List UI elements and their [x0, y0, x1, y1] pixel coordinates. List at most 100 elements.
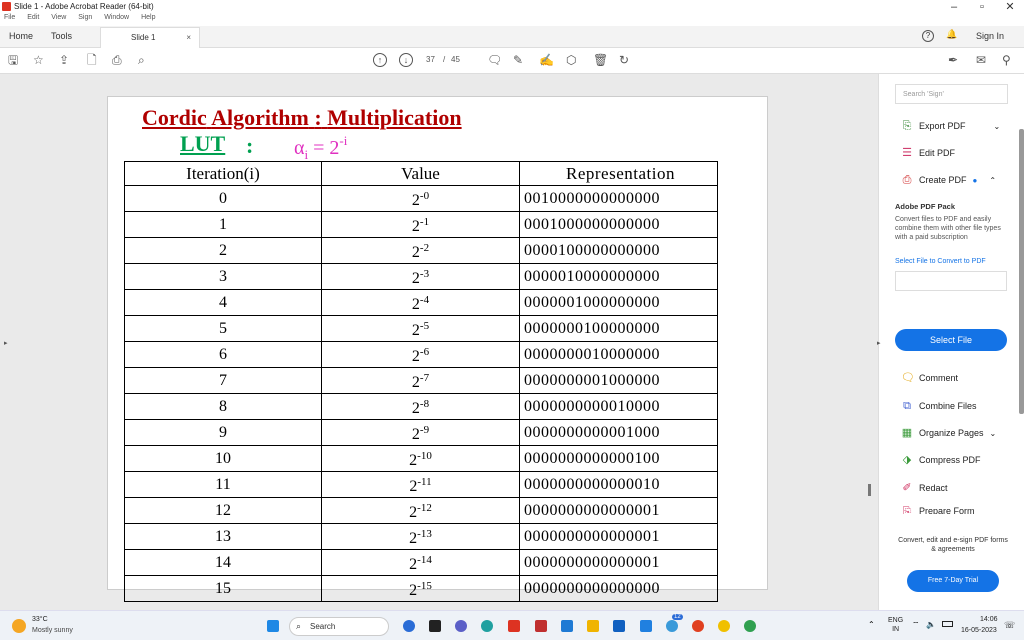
tab-home[interactable]: Home	[9, 31, 33, 41]
menu-help[interactable]: Help	[141, 14, 155, 21]
free-trial-button[interactable]: Free 7-Day Trial	[907, 570, 999, 592]
redact-item[interactable]: ✐ Redact	[901, 482, 947, 494]
export-pdf-label: Export PDF	[919, 121, 966, 131]
task-view-icon[interactable]	[429, 620, 441, 632]
weather-temperature[interactable]: 33°C	[32, 616, 48, 623]
tray-chevron-up-icon[interactable]: ⌃	[868, 620, 875, 629]
representation-cell: 0000000000010000	[519, 392, 718, 420]
iteration-cell: 6	[124, 340, 322, 368]
tab-document[interactable]: Slide 1 ×	[100, 27, 200, 48]
close-tab-icon[interactable]: ×	[186, 33, 191, 42]
edge-icon[interactable]	[481, 620, 493, 632]
close-window-button[interactable]: ✕	[996, 0, 1024, 14]
store-icon[interactable]	[613, 620, 625, 632]
collapse-pane-icon[interactable]: ▸	[877, 339, 881, 347]
create-pdf-item[interactable]: ⎙ Create PDF ● ⌃	[901, 174, 996, 186]
weather-sun-icon[interactable]	[12, 619, 26, 633]
chevron-up-icon[interactable]: ⌃	[989, 176, 996, 185]
app-shield-icon[interactable]	[535, 620, 547, 632]
volume-icon[interactable]: 🔈	[926, 620, 936, 629]
combine-files-item[interactable]: ⧉ Combine Files	[901, 400, 976, 412]
sign-icon[interactable]: ✍	[539, 53, 554, 67]
menu-view[interactable]: View	[51, 14, 66, 21]
restore-button[interactable]: ▫	[968, 0, 996, 14]
export-pdf-item[interactable]: ⎘ Export PDF ⌄	[901, 120, 1001, 132]
pen-icon[interactable]: ✎	[513, 53, 523, 67]
comment-icon[interactable]: 🗨	[487, 53, 502, 67]
bing-icon[interactable]	[403, 620, 415, 632]
value-base: 2	[409, 581, 418, 599]
value-exponent: -15	[417, 579, 432, 592]
previous-page-icon[interactable]: ↑	[373, 53, 387, 67]
pane-scrollbar[interactable]	[1019, 129, 1024, 414]
taskbar-search-input[interactable]: ⌕ Search	[289, 617, 389, 636]
wifi-icon[interactable]: ⌔	[912, 620, 920, 630]
menu-sign[interactable]: Sign	[78, 14, 92, 21]
next-page-icon[interactable]: ↓	[399, 53, 413, 67]
chrome-profile-icon[interactable]	[744, 620, 756, 632]
tools-search-input[interactable]: Search 'Sign'	[895, 84, 1008, 104]
app-l-icon[interactable]	[561, 620, 573, 632]
skype-icon[interactable]	[666, 620, 678, 632]
search-people-icon[interactable]: ⚲	[1002, 53, 1011, 67]
document-viewer[interactable]: ▸ Cordic Algorithm : Multiplication LUT …	[0, 74, 878, 610]
windows-start-icon[interactable]	[267, 620, 279, 632]
weather-description[interactable]: Mostly sunny	[32, 627, 73, 634]
brave-icon[interactable]	[692, 620, 704, 632]
select-file-button[interactable]: Select File	[895, 329, 1007, 351]
toolbar: 🖫 ☆ ⇪ 🗋 ⎙ ⌕ ↑ ↓ 37 / 45 🗨 ✎ ✍ ⬡ 🗑 ↻ ✒ ✉ …	[0, 48, 1024, 74]
save-icon[interactable]: 🖫	[8, 53, 18, 67]
menu-file[interactable]: File	[4, 14, 15, 21]
chat-icon[interactable]	[455, 620, 467, 632]
edit-pdf-item[interactable]: ☰ Edit PDF	[901, 147, 955, 159]
share-icon[interactable]: ⇪	[59, 53, 69, 67]
acrobat-taskbar-icon[interactable]	[508, 620, 520, 632]
slide-title: Cordic Algorithm : Multiplication	[142, 105, 462, 131]
menu-edit[interactable]: Edit	[27, 14, 39, 21]
page-number-input[interactable]: 37	[426, 53, 435, 67]
file-drop-zone[interactable]	[895, 271, 1007, 291]
stamp-icon[interactable]: ⬡	[566, 53, 576, 67]
compress-pdf-item[interactable]: ⬗ Compress PDF	[901, 454, 981, 466]
battery-icon[interactable]	[942, 621, 953, 627]
bookmark-star-icon[interactable]: ☆	[33, 53, 44, 67]
print-icon[interactable]: ⎙	[112, 53, 122, 67]
zoom-search-icon[interactable]: ⌕	[138, 53, 145, 67]
email-icon[interactable]: ✉	[976, 53, 986, 67]
upload-file-icon[interactable]: 🗋	[87, 53, 97, 67]
value-exponent: -3	[419, 267, 430, 280]
sign-in-button[interactable]: Sign In	[976, 31, 1004, 41]
comment-item[interactable]: 🗨 Comment	[901, 372, 958, 384]
select-file-link[interactable]: Select File to Convert to PDF	[895, 258, 1007, 265]
notifications-icon[interactable]: ☏	[1004, 620, 1015, 631]
delete-icon[interactable]: 🗑	[593, 53, 608, 67]
bell-icon[interactable]: 🔔	[946, 29, 957, 40]
header-representation: Representation	[519, 161, 718, 186]
tab-tools[interactable]: Tools	[51, 31, 72, 41]
chevron-down-icon[interactable]: ⌄	[994, 122, 1001, 131]
organize-pages-item[interactable]: ▦ Organize Pages ⌄	[901, 427, 996, 439]
clock-time[interactable]: 14:06	[980, 616, 998, 623]
value-exponent: -6	[419, 345, 430, 358]
menu-window[interactable]: Window	[104, 14, 129, 21]
alpha-subscript: i	[304, 147, 309, 162]
clock-date[interactable]: 16-05-2023	[961, 627, 997, 634]
language-indicator[interactable]: ENG IN	[888, 616, 903, 634]
chrome-icon[interactable]	[718, 620, 730, 632]
representation-cell: 0001000000000000	[519, 210, 718, 238]
organize-chevron-down-icon[interactable]: ⌄	[990, 429, 997, 438]
value-base: 2	[411, 295, 420, 313]
prepare-form-item[interactable]: ⎘ Prepare Form	[901, 506, 975, 514]
file-explorer-icon[interactable]	[587, 620, 599, 632]
table-row: 8 2-8 0000000000010000	[124, 392, 718, 420]
viewer-scroll-handle[interactable]	[868, 484, 871, 496]
photos-icon[interactable]	[640, 620, 652, 632]
combine-files-icon: ⧉	[903, 400, 911, 412]
minimize-button[interactable]: –	[940, 0, 968, 14]
help-icon[interactable]: ?	[922, 30, 934, 42]
edit-sign-icon[interactable]: ✒	[948, 53, 958, 67]
iteration-cell: 8	[124, 392, 322, 420]
organize-pages-icon: ▦	[901, 427, 913, 439]
left-pane-toggle-icon[interactable]: ▸	[4, 339, 8, 347]
rotate-icon[interactable]: ↻	[619, 53, 629, 67]
